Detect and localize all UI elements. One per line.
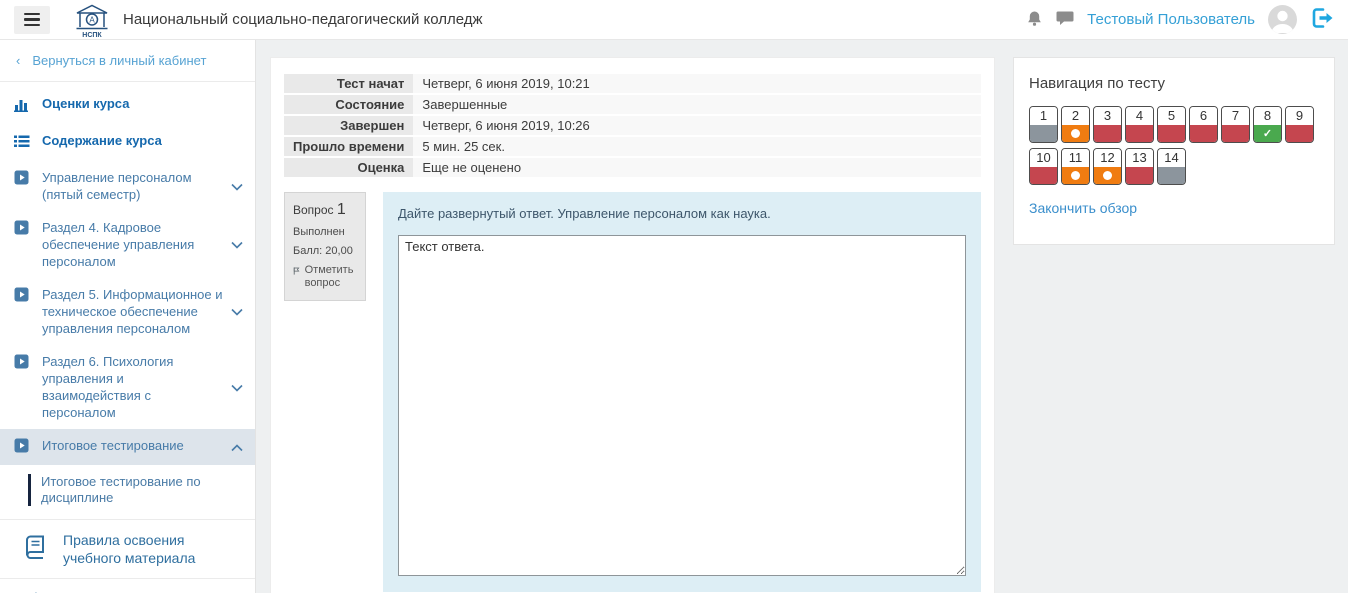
table-row: Прошло времени 5 мин. 25 сек. — [284, 136, 981, 157]
college-logo: А НСПК — [72, 2, 112, 38]
table-row: Тест начат Четверг, 6 июня 2019, 10:21 — [284, 74, 981, 94]
row-label: Оценка — [284, 157, 413, 178]
row-value: Еще не оценено — [413, 157, 981, 178]
question-nav-button-1[interactable]: 1 — [1029, 106, 1058, 143]
sidebar-item-course-grades[interactable]: Оценки курса — [0, 87, 255, 124]
building-logo-icon: А НСПК — [72, 2, 112, 38]
question-nav-button-2[interactable]: 2 — [1061, 106, 1090, 143]
sidebar-item-course-contents[interactable]: Содержание курса — [0, 124, 255, 161]
attempt-summary-table: Тест начат Четверг, 6 июня 2019, 10:21 С… — [284, 74, 981, 179]
play-square-icon — [14, 220, 31, 239]
sidebar-resources: Правила освоения учебного материала ? Ин… — [0, 519, 255, 593]
sidebar-item-label: Управление персоналом (пятый семестр) — [42, 169, 225, 203]
table-row: Оценка Еще не оценено — [284, 157, 981, 178]
chevron-down-icon — [225, 379, 243, 396]
active-marker-bar — [28, 474, 31, 506]
flag-icon — [293, 264, 300, 278]
question-info-box: Вопрос 1 Выполнен Балл: 20,00 Отметить в… — [284, 192, 366, 301]
sidebar-item-section-5[interactable]: Раздел 5. Информационное и техническое о… — [0, 278, 255, 345]
flag-question-control[interactable]: Отметить вопрос — [293, 264, 357, 290]
question-buttons-grid: 1 2 3 4 5 6 7 — [1029, 106, 1319, 185]
notifications-bell-icon[interactable] — [1026, 10, 1043, 30]
table-row: Состояние Завершенные — [284, 94, 981, 115]
sidebar-item-section-6[interactable]: Раздел 6. Психология управления и взаимо… — [0, 345, 255, 429]
chevron-up-icon — [225, 439, 243, 456]
play-square-icon — [14, 354, 31, 373]
question-nav-button-3[interactable]: 3 — [1093, 106, 1122, 143]
messages-chat-icon[interactable] — [1056, 10, 1074, 29]
question-nav-button-4[interactable]: 4 — [1125, 106, 1154, 143]
sidebar-item-learning-rules[interactable]: Правила освоения учебного материала — [0, 520, 255, 579]
course-navigation: Оценки курса Содержание курса Управление… — [0, 82, 255, 519]
quiz-review-panel: Тест начат Четверг, 6 июня 2019, 10:21 С… — [270, 57, 995, 593]
question-number: Вопрос 1 — [293, 201, 357, 219]
row-value: Четверг, 6 июня 2019, 10:21 — [413, 74, 981, 94]
chevron-down-icon — [225, 178, 243, 195]
row-label: Завершен — [284, 115, 413, 136]
question-nav-button-6[interactable]: 6 — [1189, 106, 1218, 143]
question-mark: Балл: 20,00 — [293, 245, 357, 257]
sidebar-item-label: Раздел 4. Кадровое обеспечение управлени… — [42, 219, 225, 270]
main-content: Тест начат Четверг, 6 июня 2019, 10:21 С… — [256, 40, 1348, 593]
question-nav-button-14[interactable]: 14 — [1157, 148, 1186, 185]
row-value: Четверг, 6 июня 2019, 10:26 — [413, 115, 981, 136]
question-nav-button-12[interactable]: 12 — [1093, 148, 1122, 185]
question-nav-button-7[interactable]: 7 — [1221, 106, 1250, 143]
bar-chart-icon — [14, 96, 31, 116]
user-name-link[interactable]: Тестовый Пользователь — [1087, 11, 1255, 28]
sidebar-item-label: Раздел 6. Психология управления и взаимо… — [42, 353, 225, 421]
svg-text:А: А — [89, 15, 95, 24]
list-icon — [14, 133, 31, 153]
sidebar-item-label: Раздел 5. Информационное и техническое о… — [42, 286, 225, 337]
row-value: 5 мин. 25 сек. — [413, 136, 981, 157]
row-label: Прошло времени — [284, 136, 413, 157]
sidebar-subitem-label: Итоговое тестирование по дисциплине — [41, 474, 241, 506]
question-nav-button-9[interactable]: 9 — [1285, 106, 1314, 143]
play-square-icon — [14, 287, 31, 306]
sidebar-item-label: Содержание курса — [42, 132, 162, 149]
flag-label: Отметить вопрос — [305, 264, 357, 290]
top-header: А НСПК Национальный социально-педагогиче… — [0, 0, 1348, 40]
quiz-navigation-title: Навигация по тесту — [1029, 75, 1319, 92]
back-link-label: Вернуться в личный кабинет — [32, 53, 206, 68]
play-square-icon — [14, 438, 31, 457]
row-label: Тест начат — [284, 74, 413, 94]
sidebar-item-instruction[interactable]: ? Инструкция по работе в системе обучени… — [0, 579, 255, 593]
question-nav-button-11[interactable]: 11 — [1061, 148, 1090, 185]
question-nav-button-5[interactable]: 5 — [1157, 106, 1186, 143]
chevron-down-icon — [225, 303, 243, 320]
hamburger-icon — [24, 13, 40, 16]
sidebar-item-label: Оценки курса — [42, 95, 129, 112]
svg-text:НСПК: НСПК — [82, 32, 102, 38]
back-chevron-icon: ‹ — [16, 53, 20, 68]
table-row: Завершен Четверг, 6 июня 2019, 10:26 — [284, 115, 981, 136]
hamburger-menu-button[interactable] — [14, 6, 50, 34]
logout-icon[interactable] — [1310, 6, 1334, 33]
sidebar: ‹ Вернуться в личный кабинет Оценки курс… — [0, 40, 256, 593]
back-to-dashboard-link[interactable]: ‹ Вернуться в личный кабинет — [0, 40, 255, 82]
sidebar-item-final-testing[interactable]: Итоговое тестирование — [0, 429, 255, 465]
sidebar-subitem-final-test-discipline[interactable]: Итоговое тестирование по дисциплине — [0, 465, 255, 517]
answer-textarea[interactable]: Текст ответа. — [398, 235, 966, 576]
app-title: Национальный социально-педагогический ко… — [123, 11, 483, 28]
quiz-navigation-panel: Навигация по тесту 1 2 3 4 5 6 — [1013, 57, 1335, 245]
sidebar-item-label: Правила освоения учебного материала — [63, 531, 239, 567]
question-nav-button-8[interactable]: 8 — [1253, 106, 1282, 143]
question-nav-button-13[interactable]: 13 — [1125, 148, 1154, 185]
question-content: Дайте развернутый ответ. Управление перс… — [383, 192, 981, 592]
row-value: Завершенные — [413, 94, 981, 115]
play-square-icon — [14, 170, 31, 189]
question-block-1: Вопрос 1 Выполнен Балл: 20,00 Отметить в… — [284, 192, 981, 592]
row-label: Состояние — [284, 94, 413, 115]
question-nav-button-10[interactable]: 10 — [1029, 148, 1058, 185]
finish-review-link[interactable]: Закончить обзор — [1029, 200, 1137, 216]
sidebar-item-section-4[interactable]: Раздел 4. Кадровое обеспечение управлени… — [0, 211, 255, 278]
book-icon — [20, 534, 48, 564]
user-avatar[interactable] — [1268, 5, 1297, 34]
sidebar-item-course-semester[interactable]: Управление персоналом (пятый семестр) — [0, 161, 255, 211]
question-status: Выполнен — [293, 226, 357, 238]
sidebar-item-label: Итоговое тестирование — [42, 437, 184, 454]
question-prompt: Дайте развернутый ответ. Управление перс… — [398, 206, 966, 221]
chevron-down-icon — [225, 236, 243, 253]
